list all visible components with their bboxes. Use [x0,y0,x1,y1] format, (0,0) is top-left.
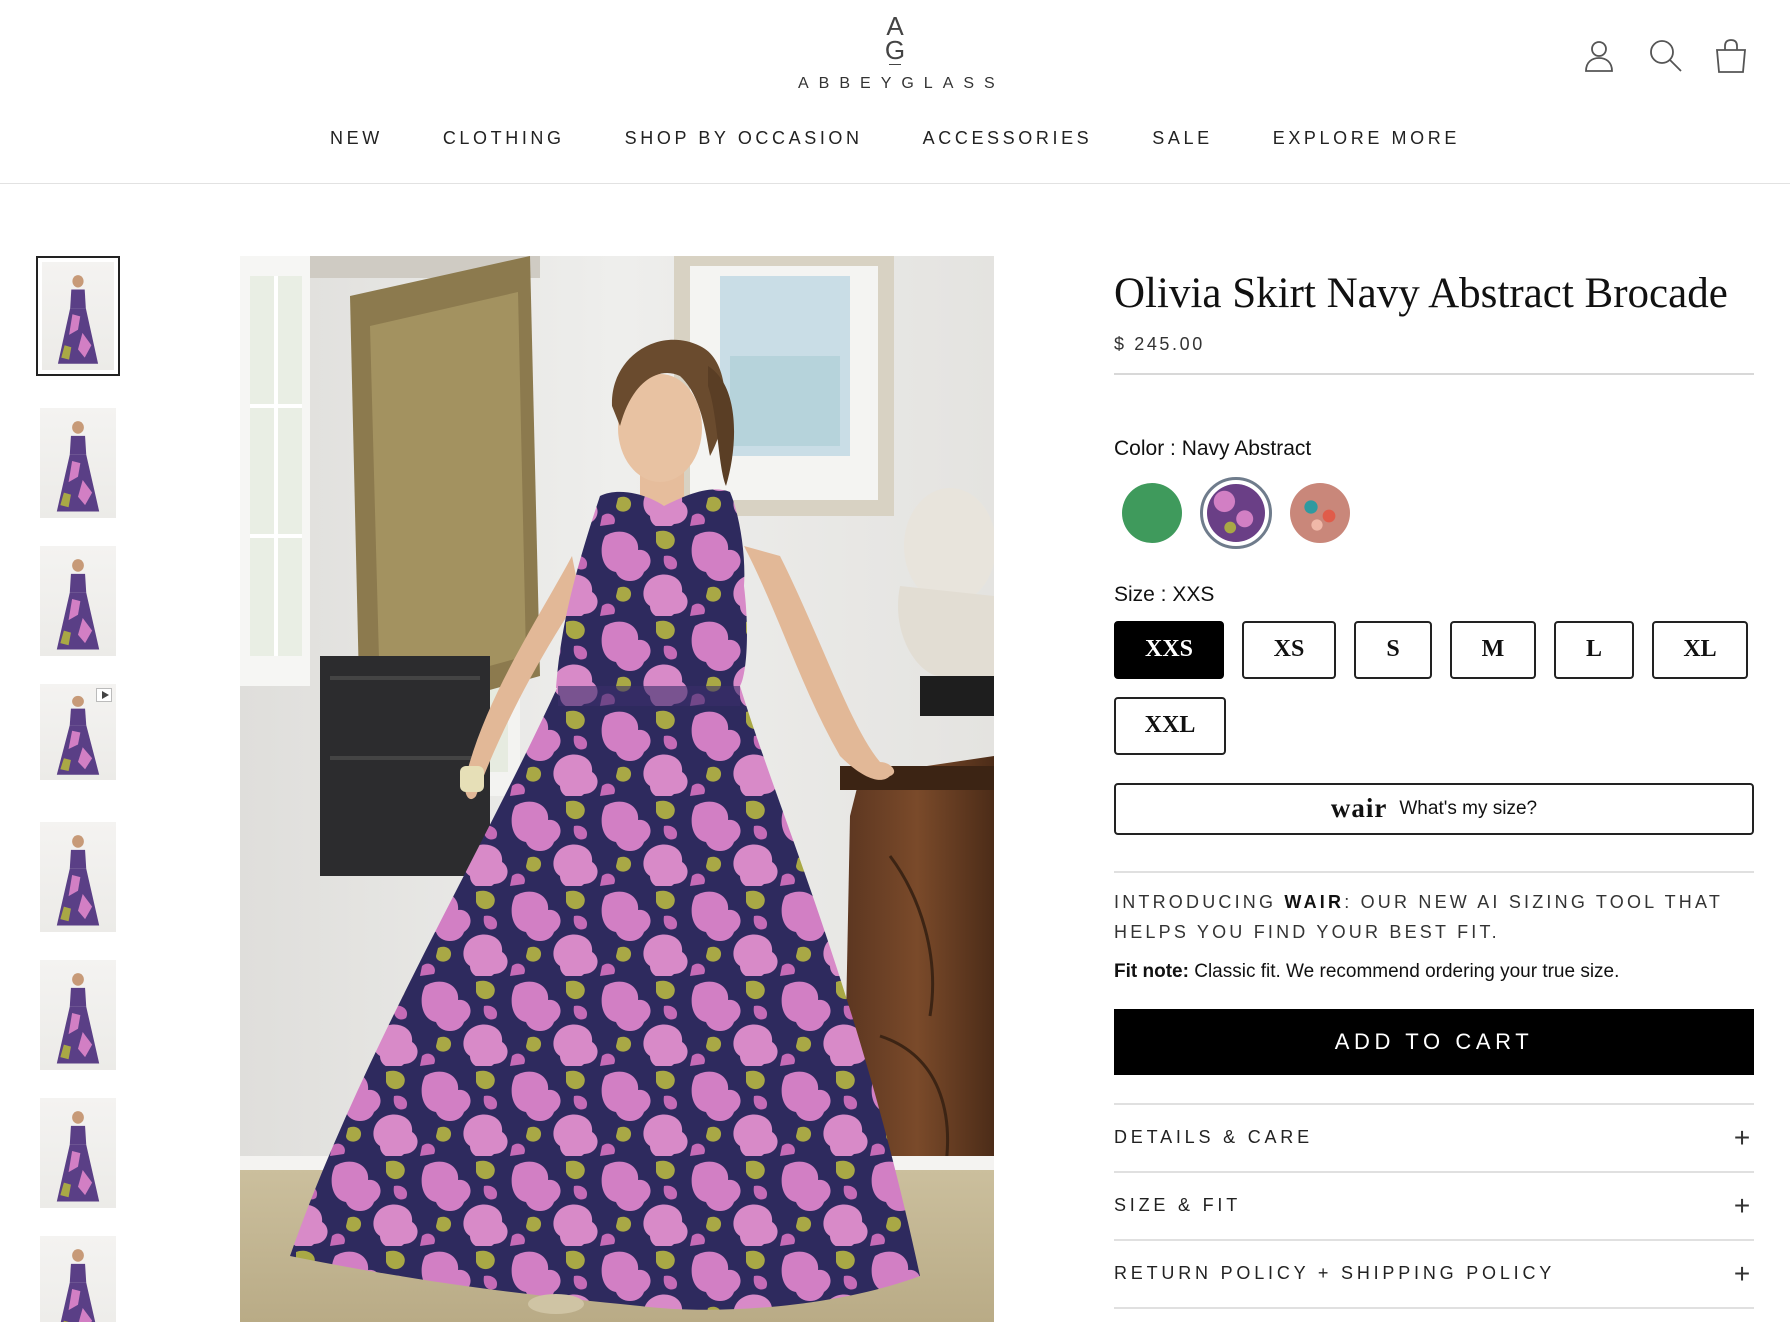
cart-icon[interactable] [1712,36,1750,76]
color-swatches [1122,476,1754,549]
size-option-m[interactable]: M [1450,620,1536,679]
size-option-s[interactable]: S [1354,620,1432,679]
thumbnail[interactable] [36,256,120,376]
size-value: XXS [1172,582,1215,606]
thumbnail[interactable] [36,1232,120,1322]
thumbnail[interactable] [36,956,120,1074]
accordion-size-fit[interactable]: SIZE & FIT + [1114,1173,1754,1241]
size-label: Size : XXS [1114,582,1215,606]
add-to-cart-button[interactable]: ADD TO CART [1114,1008,1754,1075]
size-option-xl[interactable]: XL [1652,620,1748,679]
size-option-xxl[interactable]: XXL [1114,696,1226,755]
site-header: A G ABBEYGLASS NEW CLOTHING SHOP BY OCCAS [0,0,1790,184]
divider [1114,870,1754,873]
size-option-l[interactable]: L [1554,620,1634,679]
main-nav: NEW CLOTHING SHOP BY OCCASION ACCESSORIES SA… [0,128,1790,149]
accordion-label: DETAILS & CARE [1114,1127,1313,1148]
accordion-details-care[interactable]: DETAILS & CARE + [1114,1105,1754,1173]
thumbnail[interactable] [36,680,120,784]
account-icon[interactable] [1580,36,1618,76]
size-option-xs[interactable]: XS [1242,620,1336,679]
color-label: Color : Navy Abstract [1114,436,1312,460]
product-info: Olivia Skirt Navy Abstract Brocade $ 245… [1114,256,1754,1309]
color-swatch-green[interactable] [1122,482,1182,543]
thumbnail[interactable] [36,542,120,660]
size-options: XXS XS S M L XL XXL [1114,620,1754,755]
wair-intro-text: INTRODUCING WAIR: OUR NEW AI SIZING TOOL… [1114,891,1723,942]
size-option-xxs[interactable]: XXS [1114,620,1224,679]
plus-icon: + [1733,1121,1751,1153]
divider [1114,372,1754,375]
thumbnail[interactable] [36,1094,120,1212]
wair-button-label: What's my size? [1399,797,1538,819]
whats-my-size-button[interactable]: wair What's my size? [1114,782,1754,835]
plus-icon: + [1733,1257,1751,1289]
nav-item-new[interactable]: NEW [300,128,413,149]
nav-item-shop-by-occasion[interactable]: SHOP BY OCCASION [595,128,893,149]
main-product-image[interactable] [240,256,994,1322]
nav-item-clothing[interactable]: CLOTHING [413,128,595,149]
nav-item-explore-more[interactable]: EXPLORE MORE [1243,128,1490,149]
accordion-return-policy-shipping-policy[interactable]: RETURN POLICY + SHIPPING POLICY + [1114,1241,1754,1309]
fit-note: Fit note: Classic fit. We recommend orde… [1114,960,1620,982]
product-accordions: DETAILS & CARE + SIZE & FIT + RETURN POLICY … [1114,1102,1754,1309]
nav-item-accessories[interactable]: ACCESSORIES [893,128,1123,149]
thumbnail[interactable] [36,404,120,522]
product-price: $ 245.00 [1114,333,1205,354]
color-value: Navy Abstract [1181,436,1312,460]
brand-logo[interactable]: A G ABBEYGLASS [788,11,1005,100]
color-swatch-navy-abstract[interactable] [1200,476,1272,549]
accordion-label: SIZE & FIT [1114,1195,1242,1216]
wair-logo: wair [1330,793,1388,824]
play-icon [96,688,112,702]
logo-monogram: A G [884,11,906,65]
accordion-label: RETURN POLICY + SHIPPING POLICY [1114,1263,1556,1284]
color-swatch-coral-pattern[interactable] [1290,482,1350,543]
header-icons [1580,36,1750,76]
search-icon[interactable] [1646,36,1684,76]
plus-icon: + [1733,1189,1751,1221]
logo-wordmark: ABBEYGLASS [798,75,1005,92]
product-title: Olivia Skirt Navy Abstract Brocade [1114,270,1728,317]
nav-item-sale[interactable]: SALE [1122,128,1242,149]
thumbnail[interactable] [36,818,120,936]
